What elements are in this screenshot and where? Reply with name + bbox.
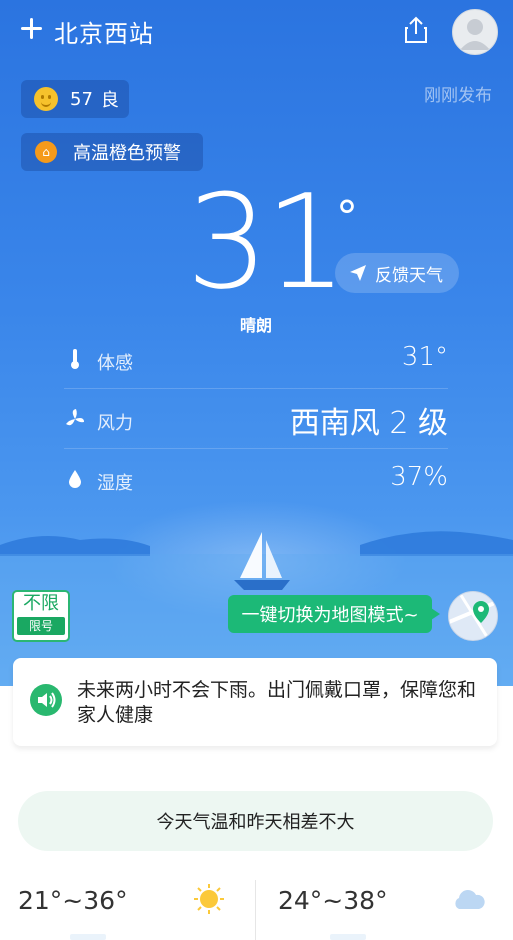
detail-row-feels-like: 体感 31° bbox=[64, 330, 448, 388]
restriction-label: 限号 bbox=[17, 617, 65, 635]
map-pin-icon[interactable] bbox=[448, 591, 498, 641]
avatar-icon[interactable] bbox=[452, 9, 498, 55]
heat-warning-badge[interactable]: ⌂ 高温橙色预警 bbox=[21, 133, 203, 171]
warning-label: 高温橙色预警 bbox=[73, 143, 181, 164]
cloud-icon bbox=[455, 890, 485, 909]
forecast-tomorrow-range[interactable]: 24°~38° bbox=[278, 886, 388, 915]
divider bbox=[64, 448, 448, 449]
traffic-restriction-badge[interactable]: 不限 限号 bbox=[12, 590, 70, 642]
detail-value: 31° bbox=[401, 342, 448, 372]
detail-row-humidity: 湿度 37% bbox=[64, 450, 448, 508]
forecast-divider bbox=[255, 880, 256, 940]
divider bbox=[64, 388, 448, 389]
map-mode-button[interactable]: 一键切换为地图模式~ bbox=[228, 595, 440, 633]
top-bar: 北京西站 bbox=[0, 0, 513, 62]
thermometer-icon bbox=[71, 349, 79, 369]
detail-value: 37% bbox=[390, 462, 448, 492]
aqi-value: 57 bbox=[70, 88, 93, 110]
sun-icon bbox=[194, 884, 224, 914]
plus-icon[interactable] bbox=[18, 14, 46, 42]
current-temperature: 31 bbox=[186, 166, 347, 318]
detail-label: 体感 bbox=[97, 353, 133, 374]
forecast-tag bbox=[330, 934, 366, 940]
feedback-weather-button[interactable]: 反馈天气 bbox=[335, 253, 459, 293]
water-drop-icon bbox=[69, 470, 81, 488]
share-icon[interactable] bbox=[400, 14, 432, 46]
city-name[interactable]: 北京西站 bbox=[54, 14, 154, 49]
temperature-comparison: 今天气温和昨天相差不大 bbox=[18, 791, 493, 851]
detail-label: 风力 bbox=[97, 413, 133, 434]
degree-symbol: ° bbox=[336, 192, 358, 243]
speaker-icon[interactable] bbox=[30, 684, 62, 716]
detail-value: 西南风 2 级 bbox=[289, 406, 448, 441]
forecast-tag bbox=[70, 934, 106, 940]
publish-time: 刚刚发布 bbox=[424, 86, 492, 106]
warning-icon: ⌂ bbox=[35, 141, 57, 163]
send-icon bbox=[350, 265, 366, 281]
air-quality-badge[interactable]: 57 良 bbox=[21, 80, 129, 118]
tip-text: 未来两小时不会下雨。出门佩戴口罩，保障您和家人健康 bbox=[77, 679, 477, 726]
detail-row-wind: 风力 西南风 2 级 bbox=[64, 390, 448, 448]
smiley-face-icon bbox=[34, 87, 58, 111]
rain-tip-card[interactable]: 未来两小时不会下雨。出门佩戴口罩，保障您和家人健康 bbox=[13, 658, 497, 746]
detail-label: 湿度 bbox=[97, 473, 133, 494]
aqi-level: 良 bbox=[100, 90, 119, 111]
wind-icon bbox=[66, 409, 84, 426]
feedback-label: 反馈天气 bbox=[375, 265, 443, 286]
forecast-today-range[interactable]: 21°~36° bbox=[18, 886, 128, 915]
restriction-status: 不限 bbox=[23, 593, 59, 614]
